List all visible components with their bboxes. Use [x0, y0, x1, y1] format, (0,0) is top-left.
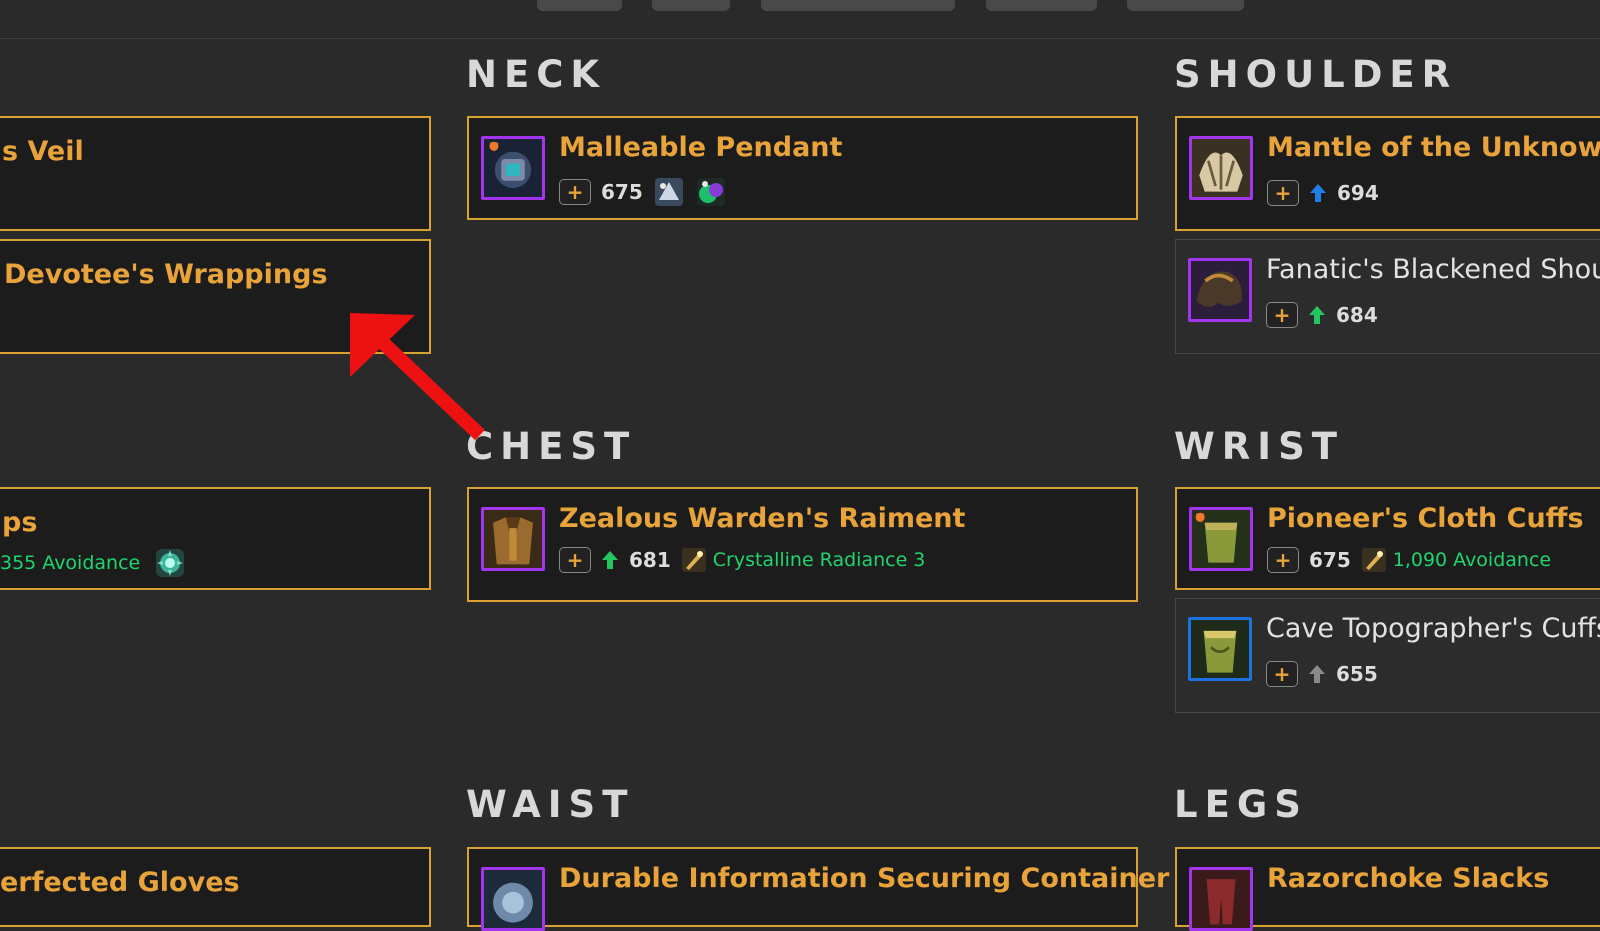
add-upgrade-button[interactable]: +: [559, 179, 591, 205]
nav-tab[interactable]: [761, 0, 955, 11]
item-name[interactable]: s Veil: [2, 136, 84, 167]
item-level: 675: [601, 180, 643, 204]
add-upgrade-button[interactable]: +: [559, 547, 591, 573]
section-title-wrist: WRIST: [1174, 425, 1344, 468]
item-name[interactable]: Mantle of the Unknowing: [1267, 132, 1600, 163]
item-card-veil[interactable]: s Veil: [0, 116, 431, 231]
bracer-icon: [1189, 507, 1253, 571]
item-level: 675: [1309, 548, 1351, 572]
nav-tab[interactable]: [1127, 0, 1244, 11]
add-upgrade-button[interactable]: +: [1267, 547, 1299, 573]
item-card-straps[interactable]: ps 355 Avoidance: [0, 487, 431, 590]
section-title-chest: CHEST: [466, 425, 637, 468]
nav-tab[interactable]: [652, 0, 730, 11]
item-name[interactable]: Razorchoke Slacks: [1267, 863, 1549, 894]
legs-icon: [1189, 867, 1253, 931]
item-name[interactable]: Zealous Warden's Raiment: [559, 503, 965, 534]
add-upgrade-button[interactable]: +: [1267, 180, 1299, 206]
item-level: 694: [1337, 181, 1379, 205]
upgrade-arrow-blue-icon: [1310, 184, 1326, 202]
bracer-icon: [1188, 617, 1252, 681]
gem-icon: [696, 178, 725, 206]
upgrade-arrow-gray-icon: [1309, 665, 1325, 683]
item-stat: 1,090 Avoidance: [1392, 549, 1552, 571]
item-name[interactable]: Cave Topographer's Cuffs: [1266, 613, 1600, 644]
annotation-arrow: [350, 313, 485, 441]
top-navigation-bar: [0, 0, 1600, 39]
item-card-zealous-wardens-raiment[interactable]: Zealous Warden's Raiment + 681 Crystalli…: [467, 487, 1138, 602]
enchant-text: Crystalline Radiance 3: [712, 549, 926, 571]
nav-tab[interactable]: [986, 0, 1097, 11]
item-name[interactable]: Malleable Pendant: [559, 132, 842, 163]
item-name[interactable]: ps: [2, 507, 37, 538]
add-upgrade-button[interactable]: +: [1266, 661, 1298, 687]
gem-icon: [654, 178, 683, 206]
item-card-malleable-pendant[interactable]: Malleable Pendant + 675: [467, 116, 1138, 220]
section-title-neck: NECK: [466, 53, 607, 96]
section-title-legs: LEGS: [1174, 783, 1308, 826]
item-card-gloves[interactable]: erfected Gloves: [0, 847, 431, 927]
item-card-durable-information-securing-container[interactable]: Durable Information Securing Container: [467, 847, 1169, 931]
enchant-icon: [1361, 548, 1386, 572]
item-name[interactable]: Fanatic's Blackened Shoul: [1266, 254, 1600, 285]
item-level: 681: [629, 548, 671, 572]
upgrade-arrow-green-icon: [1309, 306, 1325, 324]
upgrade-arrow-green-icon: [602, 551, 618, 569]
item-name[interactable]: Durable Information Securing Container: [559, 863, 1169, 894]
shoulder-icon: [1189, 136, 1253, 200]
item-card-fanatics-blackened-shoulders[interactable]: Fanatic's Blackened Shoul + 684: [1175, 239, 1600, 354]
item-card-cave-topographers-cuffs[interactable]: Cave Topographer's Cuffs + 655: [1175, 598, 1600, 713]
belt-icon: [481, 867, 545, 931]
enchant-icon: [681, 548, 706, 572]
add-upgrade-button[interactable]: +: [1266, 302, 1298, 328]
item-name[interactable]: Devotee's Wrappings: [4, 259, 328, 290]
pendant-icon: [481, 136, 545, 200]
item-card-razorchoke-slacks[interactable]: Razorchoke Slacks: [1175, 847, 1600, 931]
nav-tab[interactable]: [537, 0, 622, 11]
gem-icon: [156, 549, 185, 577]
item-card-mantle-of-the-unknowing[interactable]: Mantle of the Unknowing + 694: [1175, 116, 1600, 231]
item-level: 655: [1336, 662, 1378, 686]
item-name[interactable]: Pioneer's Cloth Cuffs: [1267, 503, 1584, 534]
chest-armor-icon: [481, 507, 545, 571]
item-card-pioneers-cloth-cuffs[interactable]: Pioneer's Cloth Cuffs + 675 1,090 Avoida…: [1175, 487, 1600, 590]
item-level: 684: [1336, 303, 1378, 327]
section-title-shoulder: SHOULDER: [1174, 53, 1458, 96]
item-name[interactable]: erfected Gloves: [0, 867, 240, 898]
shoulder-icon: [1188, 258, 1252, 322]
section-title-waist: WAIST: [466, 783, 635, 826]
item-stat: 355 Avoidance: [0, 552, 141, 574]
